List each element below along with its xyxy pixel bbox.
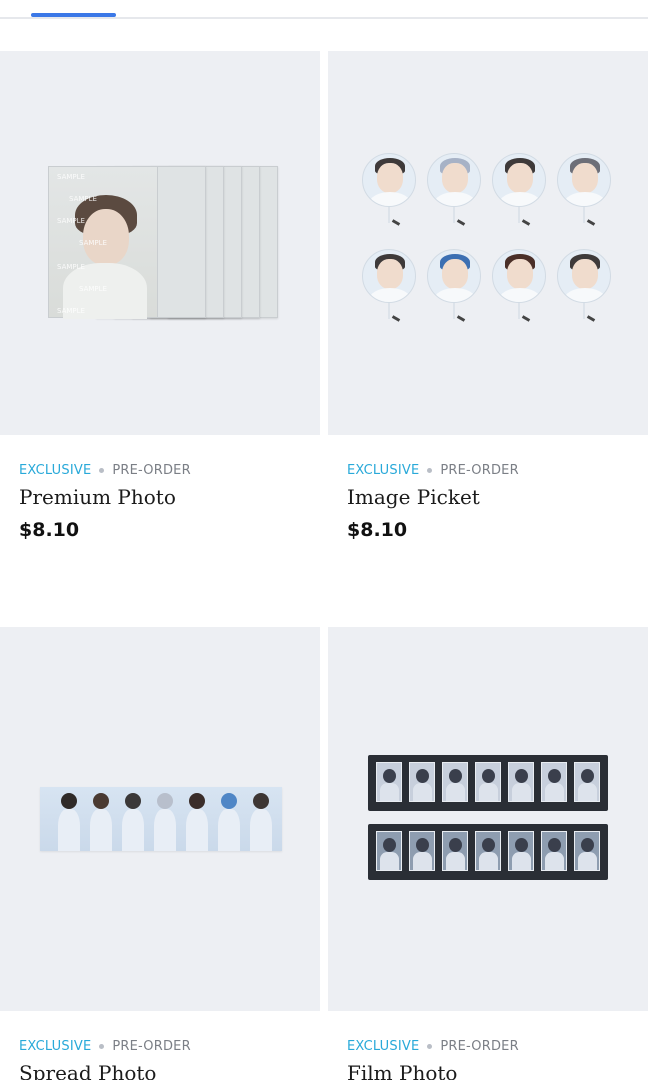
product-card-spread-photo[interactable]: EXCLUSIVE PRE-ORDER Spread Photo (0, 627, 320, 1080)
watermark: SAMPLE (57, 307, 85, 315)
tag-exclusive: EXCLUSIVE (347, 462, 420, 478)
film-strip (368, 824, 608, 880)
watermark: SAMPLE (79, 285, 107, 293)
product-price: $8.10 (347, 519, 408, 541)
tab-bar (0, 0, 648, 19)
tag-exclusive: EXCLUSIVE (19, 462, 92, 478)
tag-exclusive: EXCLUSIVE (19, 1038, 92, 1054)
picket (492, 153, 546, 231)
product-title[interactable]: Film Photo (347, 1061, 457, 1080)
product-title[interactable]: Premium Photo (19, 485, 176, 509)
picket (427, 153, 481, 231)
watermark: SAMPLE (57, 217, 85, 225)
product-tags: EXCLUSIVE PRE-ORDER (19, 1036, 191, 1056)
product-title[interactable]: Image Picket (347, 485, 480, 509)
product-tags: EXCLUSIVE PRE-ORDER (347, 460, 519, 480)
product-image-film-photo[interactable] (328, 627, 648, 1011)
picket (557, 153, 611, 231)
premium-photo-image: SAMPLE SAMPLE SAMPLE SAMPLE SAMPLE SAMPL… (48, 166, 278, 319)
product-image-premium-photo[interactable]: SAMPLE SAMPLE SAMPLE SAMPLE SAMPLE SAMPL… (0, 51, 320, 435)
tag-pre-order: PRE-ORDER (112, 462, 191, 478)
watermark: SAMPLE (79, 239, 107, 247)
separator-dot (99, 467, 105, 473)
film-photo-image (328, 627, 648, 1011)
spread-photo-image (40, 787, 282, 851)
product-title[interactable]: Spread Photo (19, 1061, 156, 1080)
tag-pre-order: PRE-ORDER (440, 1038, 519, 1054)
watermark: SAMPLE (57, 263, 85, 271)
picket (427, 249, 481, 327)
watermark: SAMPLE (57, 173, 85, 181)
picket (492, 249, 546, 327)
product-card-film-photo[interactable]: EXCLUSIVE PRE-ORDER Film Photo (328, 627, 648, 1080)
photo-front: SAMPLE SAMPLE SAMPLE SAMPLE SAMPLE SAMPL… (48, 166, 158, 319)
product-price: $8.10 (19, 519, 80, 541)
separator-dot (427, 1043, 433, 1049)
product-tags: EXCLUSIVE PRE-ORDER (19, 460, 191, 480)
active-tab-indicator (31, 13, 116, 17)
film-strip (368, 755, 608, 811)
picket (362, 153, 416, 231)
tag-exclusive: EXCLUSIVE (347, 1038, 420, 1054)
tag-pre-order: PRE-ORDER (440, 462, 519, 478)
picket (557, 249, 611, 327)
product-image-spread-photo[interactable] (0, 627, 320, 1011)
product-card-image-picket[interactable]: EXCLUSIVE PRE-ORDER Image Picket $8.10 (328, 51, 648, 551)
product-image-image-picket[interactable] (328, 51, 648, 435)
image-picket-image (328, 51, 648, 435)
tag-pre-order: PRE-ORDER (112, 1038, 191, 1054)
picket (362, 249, 416, 327)
separator-dot (427, 467, 433, 473)
product-card-premium-photo[interactable]: SAMPLE SAMPLE SAMPLE SAMPLE SAMPLE SAMPL… (0, 51, 320, 551)
separator-dot (99, 1043, 105, 1049)
watermark: SAMPLE (69, 195, 97, 203)
product-tags: EXCLUSIVE PRE-ORDER (347, 1036, 519, 1056)
face-shape (83, 209, 129, 265)
